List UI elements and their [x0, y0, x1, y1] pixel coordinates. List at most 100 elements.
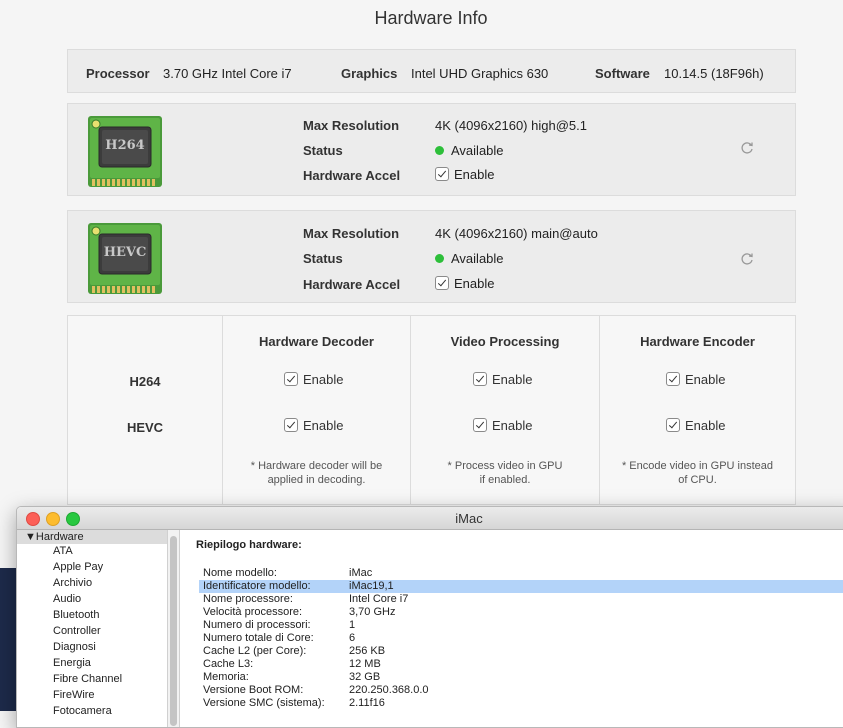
checkbox-checked-icon[interactable] — [284, 372, 298, 386]
row-value: 12 MB — [349, 658, 381, 670]
row-key: Versione Boot ROM: — [203, 684, 304, 696]
row-value: iMac19,1 — [349, 580, 394, 592]
window-title: iMac — [455, 511, 483, 526]
chip-label: H264 — [105, 138, 145, 153]
checkbox-label: Enable — [492, 418, 533, 433]
checkbox-checked-icon[interactable] — [435, 167, 449, 181]
checkbox-label: Enable — [492, 372, 533, 387]
processor-value: 3.70 GHz Intel Core i7 — [163, 66, 292, 81]
row-value: 3,70 GHz — [349, 606, 396, 618]
list-item: Numero totale di Core: 6 — [199, 632, 843, 645]
max-resolution-value: 4K (4096x2160) high@5.1 — [435, 118, 587, 133]
row-value: 32 GB — [349, 671, 381, 683]
sidebar-item-ata[interactable]: ATA — [53, 545, 73, 557]
max-resolution-label: Max Resolution — [303, 226, 400, 241]
graphics-value: Intel UHD Graphics 630 — [411, 66, 549, 81]
status-text: Available — [451, 143, 504, 158]
graphics-label: Graphics — [341, 66, 398, 81]
scrollbar-thumb[interactable] — [170, 536, 177, 726]
sidebar-item-energia[interactable]: Energia — [53, 657, 91, 669]
row-key: Numero totale di Core: — [203, 632, 314, 644]
software-value: 10.14.5 (18F96h) — [664, 66, 764, 81]
list-item: Versione SMC (sistema): 2.11f16 — [199, 697, 843, 710]
checkbox-checked-icon[interactable] — [666, 372, 680, 386]
status-label: Status — [303, 143, 343, 158]
checkbox-label: Enable — [454, 167, 495, 182]
hardware-accel-label: Hardware Accel — [303, 277, 401, 292]
sidebar-item-fotocamera[interactable]: Fotocamera — [53, 705, 112, 717]
row-label-hevc: HEVC — [126, 420, 164, 435]
sidebar-item-firewire[interactable]: FireWire — [53, 689, 95, 701]
list-item: Numero di processori: 1 — [199, 619, 843, 632]
processor-label: Processor — [86, 66, 150, 81]
checkbox-label: Enable — [685, 418, 726, 433]
row-key: Nome modello: — [203, 567, 277, 579]
row-key: Cache L3: — [203, 658, 254, 670]
row-key: Versione SMC (sistema): — [203, 697, 325, 709]
sidebar-item-fibre-channel[interactable]: Fibre Channel — [53, 673, 122, 685]
checkbox-label: Enable — [454, 276, 495, 291]
sidebar-item-label: Hardware — [35, 531, 84, 543]
sidebar-item-controller[interactable]: Controller — [53, 625, 101, 637]
list-item-selected[interactable]: Identificatore modello: iMac19,1 — [199, 580, 843, 593]
column-header-hardware-encoder: Hardware Encoder — [640, 334, 755, 349]
software-label: Software — [595, 66, 650, 81]
status-dot-icon — [435, 254, 444, 263]
row-key: Memoria: — [203, 671, 249, 683]
system-information-window: iMac ▼Hardware ATA Apple Pay Archivio Au… — [16, 506, 843, 728]
refresh-icon[interactable] — [739, 140, 755, 156]
note-decoder: * Hardware decoder will be applied in de… — [250, 460, 383, 486]
max-resolution-label: Max Resolution — [303, 118, 400, 133]
checkbox-label: Enable — [685, 372, 726, 387]
list-item: Nome modello: iMac — [199, 567, 843, 580]
checkbox-checked-icon[interactable] — [666, 418, 680, 432]
sidebar-item-hardware[interactable]: ▼Hardware — [17, 530, 167, 544]
row-value: iMac — [349, 567, 373, 579]
hardware-accel-label: Hardware Accel — [303, 168, 401, 183]
checkbox-checked-icon[interactable] — [473, 418, 487, 432]
sidebar-item-bluetooth[interactable]: Bluetooth — [53, 609, 99, 621]
list-item: Velocità processore: 3,70 GHz — [199, 606, 843, 619]
column-header-video-processing: Video Processing — [450, 334, 560, 349]
hardware-detail-pane: Riepilogo hardware: Nome modello: iMac Id… — [181, 530, 843, 727]
row-key: Velocità processore: — [203, 606, 303, 618]
h264-encoder-checkbox[interactable]: Enable — [666, 372, 725, 387]
list-item: Cache L3: 12 MB — [199, 658, 843, 671]
sidebar: ▼Hardware ATA Apple Pay Archivio Audio B… — [17, 530, 168, 727]
refresh-icon[interactable] — [739, 251, 755, 267]
row-value: 6 — [349, 632, 356, 644]
h264-decoder-checkbox[interactable]: Enable — [284, 372, 343, 387]
hevc-processing-checkbox[interactable]: Enable — [473, 418, 532, 433]
h264-processing-checkbox[interactable]: Enable — [473, 372, 532, 387]
note-processing: * Process video in GPU if enabled. — [447, 460, 563, 486]
hardware-accel-checkbox[interactable]: Enable — [435, 276, 494, 291]
row-key: Cache L2 (per Core): — [203, 645, 307, 657]
checkbox-checked-icon[interactable] — [284, 418, 298, 432]
summary-heading: Riepilogo hardware: — [196, 539, 302, 551]
status-label: Status — [303, 251, 343, 266]
status-dot-icon — [435, 146, 444, 155]
sidebar-item-audio[interactable]: Audio — [53, 593, 81, 605]
status-value: Available — [435, 251, 504, 266]
window-title: Hardware Info — [374, 8, 488, 28]
sidebar-item-archivio[interactable]: Archivio — [53, 577, 92, 589]
hardware-accel-checkbox[interactable]: Enable — [435, 167, 494, 182]
hevc-decoder-checkbox[interactable]: Enable — [284, 418, 343, 433]
row-key: Numero di processori: — [203, 619, 311, 631]
checkbox-checked-icon[interactable] — [435, 276, 449, 290]
list-item: Versione Boot ROM: 220.250.368.0.0 — [199, 684, 843, 697]
title-bar[interactable]: iMac — [17, 507, 843, 530]
disclosure-triangle-icon[interactable]: ▼ — [25, 531, 36, 543]
status-value: Available — [435, 143, 504, 158]
max-resolution-value: 4K (4096x2160) main@auto — [435, 226, 598, 241]
acceleration-matrix: Hardware Decoder Video Processing Hardwa… — [67, 315, 796, 505]
list-item: Cache L2 (per Core): 256 KB — [199, 645, 843, 658]
codec-panel-h264: H264 Max Resolution 4K (4096x2160) high@… — [67, 103, 796, 196]
row-key: Nome processore: — [203, 593, 293, 605]
sidebar-item-apple-pay[interactable]: Apple Pay — [53, 561, 103, 573]
sidebar-scrollbar[interactable] — [168, 530, 180, 727]
sidebar-item-diagnosi[interactable]: Diagnosi — [53, 641, 96, 653]
checkbox-checked-icon[interactable] — [473, 372, 487, 386]
row-value: 256 KB — [349, 645, 386, 657]
hevc-encoder-checkbox[interactable]: Enable — [666, 418, 725, 433]
